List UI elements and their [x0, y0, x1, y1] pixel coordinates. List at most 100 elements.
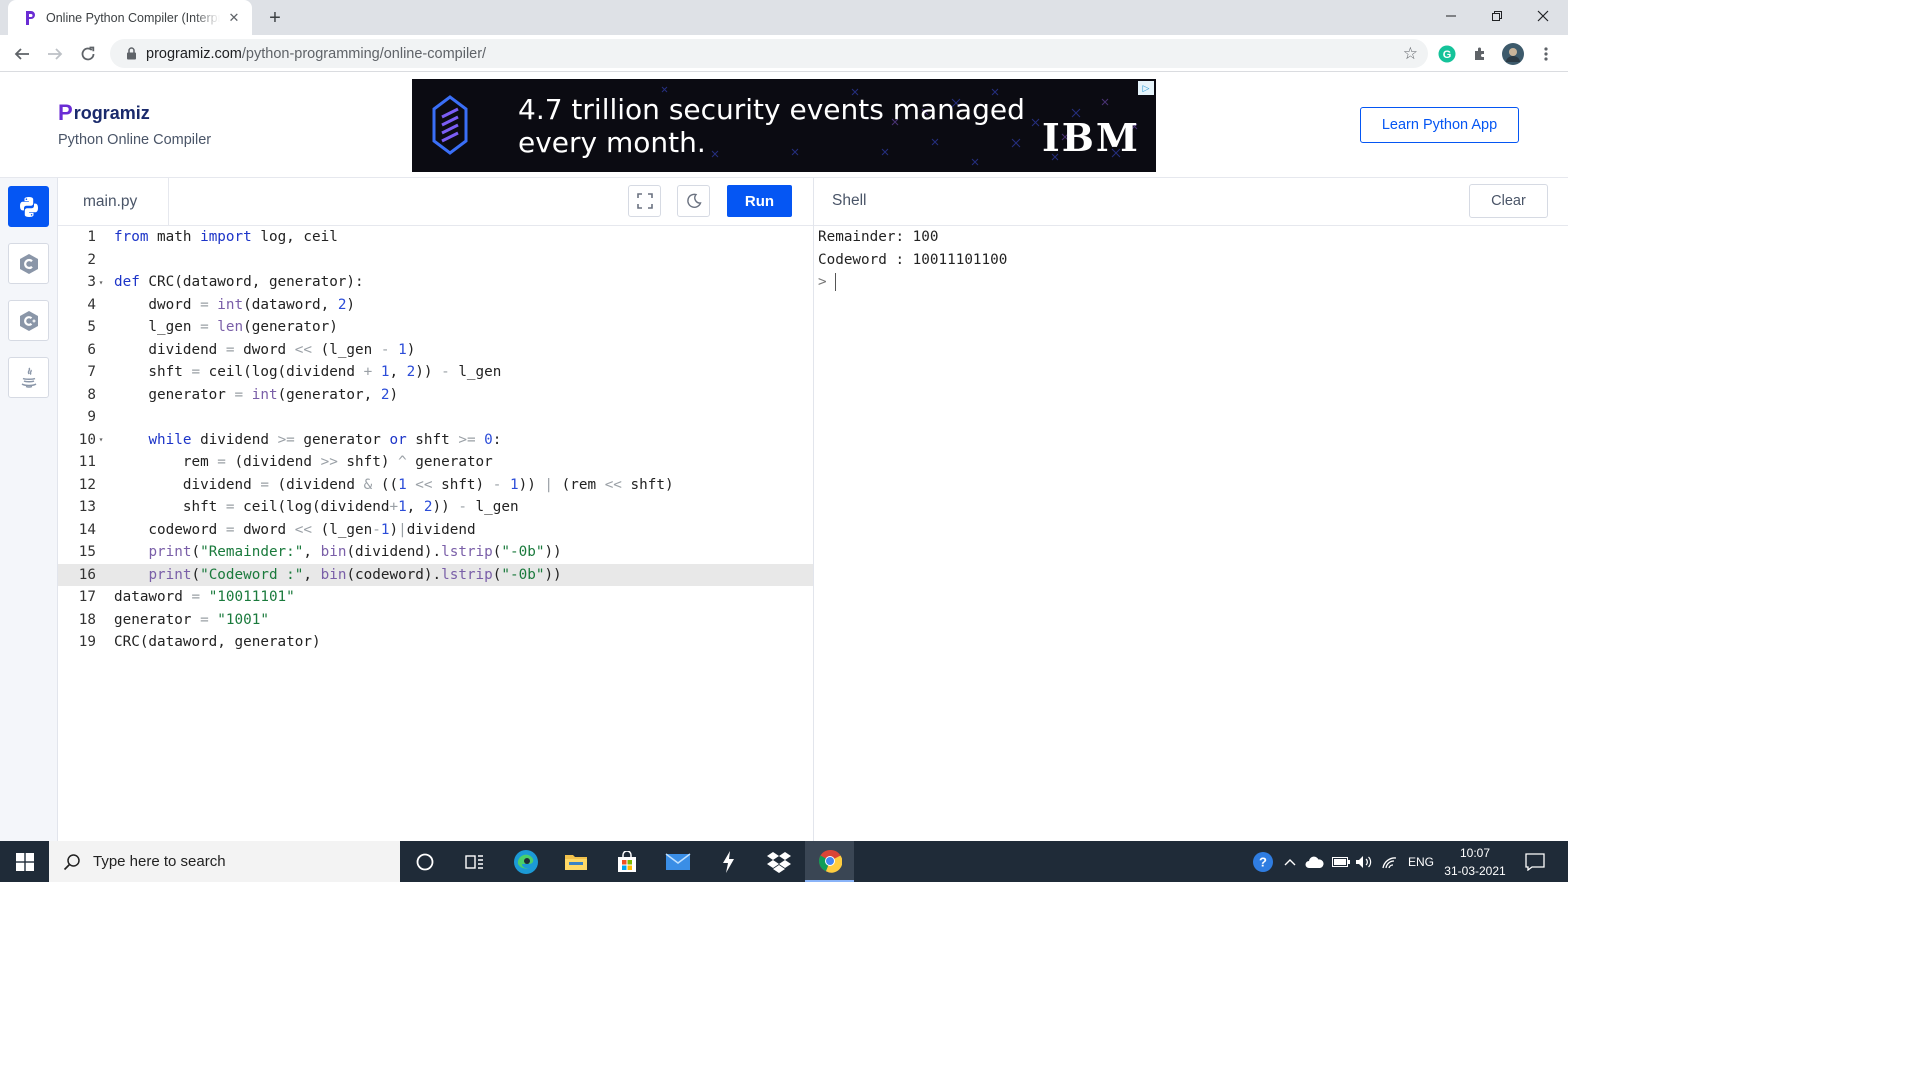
learn-python-app-button[interactable]: Learn Python App [1360, 107, 1519, 143]
code-line[interactable]: 2 [58, 249, 813, 272]
shell-prompt[interactable]: > [818, 271, 1558, 294]
programiz-logo[interactable]: Programiz [58, 100, 150, 126]
python-icon [19, 196, 38, 217]
text-cursor [834, 273, 836, 292]
minimize-icon[interactable] [1428, 0, 1474, 32]
lock-icon[interactable] [124, 47, 138, 61]
line-number: 15 [78, 544, 96, 561]
microsoft-store-icon[interactable] [602, 841, 651, 882]
moon-icon [686, 193, 702, 208]
code-line[interactable]: 14 codeword = dword << (l_gen-1)|dividen… [58, 519, 813, 542]
line-number: 1 [87, 229, 96, 246]
tab-title: Online Python Compiler (Interpreter) - P… [46, 10, 220, 25]
code-text: shft = ceil(log(dividend+1, 2)) - l_gen [114, 499, 519, 516]
language-indicator[interactable]: ENG [1408, 841, 1434, 882]
shell-output[interactable]: Remainder: 100 Codeword : 10011101100 > [818, 226, 1558, 841]
code-line[interactable]: 18 generator = "1001" [58, 609, 813, 632]
restore-icon[interactable] [1474, 0, 1520, 32]
tab-close-icon[interactable]: ✕ [226, 10, 242, 26]
code-line[interactable]: 16 print("Codeword :", bin(codeword).lst… [58, 563, 813, 586]
bookmark-star-icon[interactable]: ☆ [1403, 44, 1418, 64]
edge-browser-icon[interactable] [501, 841, 550, 882]
code-line[interactable]: 13 shft = ceil(log(dividend+1, 2)) - l_g… [58, 496, 813, 519]
file-explorer-icon[interactable] [551, 841, 600, 882]
c-language-button[interactable] [8, 243, 49, 284]
taskbar-search-box[interactable]: Type here to search [49, 841, 400, 882]
code-line[interactable]: 19 CRC(dataword, generator) [58, 631, 813, 654]
line-number: 14 [78, 521, 96, 538]
code-line[interactable]: 8 generator = int(generator, 2) [58, 384, 813, 407]
code-text: CRC(dataword, generator) [114, 634, 321, 651]
code-line[interactable]: 6 dividend = dword << (l_gen - 1) [58, 339, 813, 362]
line-number: 7 [87, 364, 96, 381]
windows-start-icon[interactable] [0, 841, 49, 882]
language-rail [0, 178, 58, 841]
notifications-icon[interactable] [1525, 841, 1545, 882]
file-tab-main-py[interactable]: main.py [58, 178, 169, 226]
forward-icon[interactable] [41, 40, 69, 68]
browser-tab[interactable]: Online Python Compiler (Interpreter) - P… [8, 0, 252, 35]
profile-avatar[interactable] [1502, 43, 1524, 65]
taskbar-clock[interactable]: 10:07 31-03-2021 [1440, 844, 1510, 880]
reload-icon[interactable] [74, 40, 102, 68]
help-icon[interactable]: ? [1252, 841, 1274, 882]
code-line[interactable]: 9 [58, 406, 813, 429]
code-line[interactable]: 12 dividend = (dividend & ((1 << shft) -… [58, 474, 813, 497]
browser-tab-strip: Online Python Compiler (Interpreter) - P… [0, 0, 1568, 35]
logo-text: rogramiz [73, 102, 150, 123]
cpp-language-button[interactable] [8, 300, 49, 341]
site-header: Programiz Python Online Compiler 4.7 tri… [0, 72, 1568, 178]
grammarly-extension-icon[interactable]: G [1436, 43, 1458, 65]
chrome-taskbar-icon[interactable] [805, 841, 854, 882]
close-window-icon[interactable] [1520, 0, 1566, 32]
battery-icon[interactable] [1332, 841, 1350, 882]
volume-icon[interactable] [1355, 841, 1373, 882]
line-number: 6 [87, 341, 96, 358]
code-line[interactable]: 1 from math import log, ceil [58, 226, 813, 249]
dropbox-icon[interactable] [754, 841, 803, 882]
fullscreen-button[interactable] [628, 185, 661, 217]
back-icon[interactable] [8, 40, 36, 68]
editor-toolbar: main.py Run [58, 178, 813, 226]
ad-banner[interactable]: 4.7 trillion security events managed eve… [412, 79, 1156, 172]
java-language-button[interactable] [8, 357, 49, 398]
run-button[interactable]: Run [727, 185, 792, 217]
fold-arrow-icon[interactable]: ▾ [96, 435, 106, 444]
code-line[interactable]: 15 print("Remainder:", bin(dividend).lst… [58, 541, 813, 564]
code-editor[interactable]: 1 from math import log, ceil 2 3 ▾ def CRC(da… [58, 226, 813, 841]
code-line[interactable]: 5 l_gen = len(generator) [58, 316, 813, 339]
page-subtitle: Python Online Compiler [58, 132, 212, 148]
code-line[interactable]: 7 shft = ceil(log(dividend + 1, 2)) - l_… [58, 361, 813, 384]
adchoices-icon[interactable]: ▷ [1138, 81, 1154, 95]
code-text: def CRC(dataword, generator): [114, 274, 364, 291]
code-text: dataword = "10011101" [114, 589, 295, 606]
code-text: codeword = dword << (l_gen-1)|dividend [114, 521, 476, 538]
app-lightning-icon[interactable] [703, 841, 752, 882]
new-tab-icon[interactable]: + [262, 6, 288, 30]
code-line[interactable]: 11 rem = (dividend >> shft) ^ generator [58, 451, 813, 474]
url-path: /python-programming/online-compiler/ [241, 45, 487, 62]
clear-button[interactable]: Clear [1469, 184, 1548, 218]
extensions-puzzle-icon[interactable] [1469, 43, 1491, 65]
mail-icon[interactable] [653, 841, 702, 882]
cortana-icon[interactable] [400, 841, 449, 882]
address-bar[interactable]: programiz.com/python-programming/online-… [110, 39, 1428, 68]
code-line[interactable]: 4 dword = int(dataword, 2) [58, 294, 813, 317]
fold-arrow-icon[interactable]: ▾ [96, 278, 106, 287]
code-line[interactable]: 10 ▾ while dividend >= generator or shft … [58, 429, 813, 452]
url-text: programiz.com/python-programming/online-… [146, 46, 486, 62]
onedrive-cloud-icon[interactable] [1305, 841, 1325, 882]
code-line[interactable]: 3 ▾ def CRC(dataword, generator): [58, 271, 813, 294]
dark-mode-button[interactable] [677, 185, 710, 217]
wifi-icon[interactable] [1381, 841, 1399, 882]
chrome-menu-icon[interactable] [1535, 43, 1557, 65]
python-language-button[interactable] [8, 186, 49, 227]
cpp-icon [19, 310, 38, 331]
task-view-icon[interactable] [450, 841, 499, 882]
show-hidden-icons-chevron-icon[interactable] [1284, 841, 1296, 882]
line-number: 10 [78, 431, 96, 448]
code-line[interactable]: 17 dataword = "10011101" [58, 586, 813, 609]
line-number: 19 [78, 634, 96, 651]
code-text: dividend = dword << (l_gen - 1) [114, 341, 416, 358]
panel-divider[interactable] [813, 178, 814, 841]
